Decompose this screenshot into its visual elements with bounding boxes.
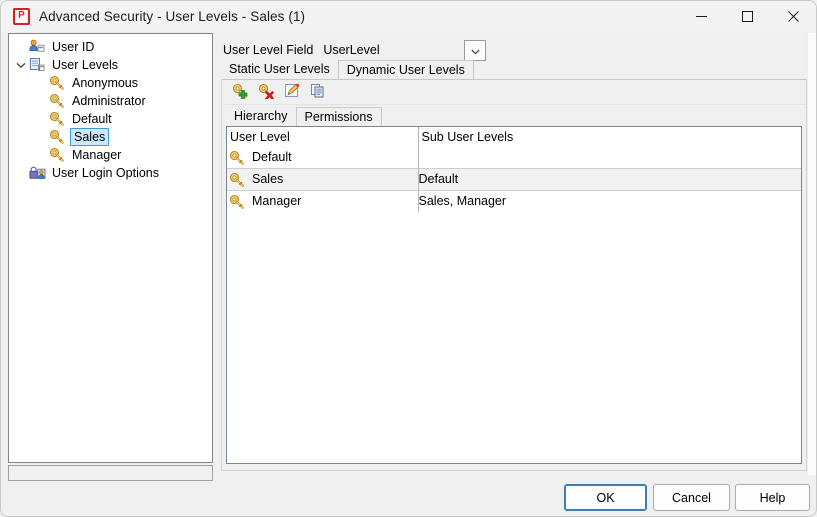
user-level-field-value: UserLevel xyxy=(323,43,379,57)
minimize-icon[interactable] xyxy=(678,1,724,32)
user-level-field-label: User Level Field xyxy=(223,43,313,57)
cell-sub-user-levels: Sales, Manager xyxy=(418,191,801,213)
tree-item-label: User Levels xyxy=(50,57,120,73)
add-user-level-button[interactable] xyxy=(229,83,251,103)
key-icon xyxy=(49,147,67,163)
window-controls xyxy=(678,1,816,32)
tree-item-anonymous[interactable]: Anonymous xyxy=(9,74,212,92)
padlock-p-icon xyxy=(13,8,30,25)
title-bar: Advanced Security - User Levels - Sales … xyxy=(1,1,816,32)
user-levels-tabs: Static User LevelsDynamic User Levels xyxy=(221,60,807,79)
table-header-row: User Level Sub User Levels xyxy=(227,127,801,147)
key-icon xyxy=(49,75,67,91)
column-header-sub-user-levels[interactable]: Sub User Levels xyxy=(418,127,801,147)
user-levels-icon xyxy=(29,57,47,73)
tree-item-label: User ID xyxy=(50,39,96,55)
delete-user-level-button[interactable] xyxy=(255,83,277,103)
tree-status-strip xyxy=(8,465,213,481)
table-row[interactable]: Sales Default xyxy=(227,169,801,191)
key-icon xyxy=(229,172,249,188)
key-icon xyxy=(49,129,67,145)
security-tree[interactable]: User ID User Levels Anonymous Administrator… xyxy=(8,33,213,463)
user-id-icon xyxy=(29,39,47,55)
cell-sub-user-levels: Default xyxy=(418,169,801,191)
close-icon[interactable] xyxy=(770,1,816,32)
window-title: Advanced Security - User Levels - Sales … xyxy=(39,9,305,24)
tree-item-sales[interactable]: Sales xyxy=(9,128,212,146)
tab-permissions[interactable]: Permissions xyxy=(296,107,382,126)
copy-icon xyxy=(310,83,327,102)
tree-item-manager[interactable]: Manager xyxy=(9,146,212,164)
tab-dynamic-user-levels[interactable]: Dynamic User Levels xyxy=(338,60,474,79)
column-header-user-level[interactable]: User Level xyxy=(227,127,418,147)
static-user-levels-panel: HierarchyPermissions User Level Sub User… xyxy=(221,79,807,471)
tab-hierarchy[interactable]: Hierarchy xyxy=(226,107,296,126)
hierarchy-grid[interactable]: User Level Sub User Levels DefaultSalesD… xyxy=(226,126,802,464)
panel-scroll-gutter[interactable] xyxy=(807,33,816,475)
key-delete-icon xyxy=(258,83,275,102)
help-button[interactable]: Help xyxy=(735,484,810,511)
cell-user-level-text: Default xyxy=(249,147,292,168)
copy-user-level-button[interactable] xyxy=(307,83,329,103)
edit-user-level-button[interactable] xyxy=(281,83,303,103)
chevron-down-icon xyxy=(471,44,480,58)
key-add-icon xyxy=(232,83,249,102)
tree-item-label: Default xyxy=(70,111,114,127)
tab-static-user-levels[interactable]: Static User Levels xyxy=(221,60,338,79)
table-row[interactable]: Default xyxy=(227,147,801,169)
key-icon xyxy=(49,111,67,127)
key-icon xyxy=(229,150,249,166)
dialog-buttons: OK Cancel Help xyxy=(1,484,816,517)
edit-pencil-icon xyxy=(284,83,301,102)
tree-item-default[interactable]: Default xyxy=(9,110,212,128)
key-icon xyxy=(229,194,249,210)
cell-sub-user-levels xyxy=(418,147,801,169)
user-levels-panel: User Level Field UserLevel Static User L… xyxy=(218,33,811,475)
tree-item-user-levels[interactable]: User Levels xyxy=(9,56,212,74)
tree-item-label: User Login Options xyxy=(50,165,161,181)
tree-item-administrator[interactable]: Administrator xyxy=(9,92,212,110)
tree-item-label: Anonymous xyxy=(70,75,140,91)
cell-user-level-text: Sales xyxy=(249,169,283,190)
user-login-options-icon xyxy=(29,165,47,181)
tree-item-user-id[interactable]: User ID xyxy=(9,38,212,56)
cancel-button[interactable]: Cancel xyxy=(653,484,730,511)
table-row[interactable]: Manager Sales, Manager xyxy=(227,191,801,213)
maximize-icon[interactable] xyxy=(724,1,770,32)
cell-user-level: Manager xyxy=(227,191,418,213)
tree-item-user-login-options[interactable]: User Login Options xyxy=(9,164,212,182)
chevron-down-icon[interactable] xyxy=(13,57,29,73)
key-icon xyxy=(49,93,67,109)
cell-user-level: Sales xyxy=(227,169,418,191)
tree-item-label: Sales xyxy=(70,128,109,146)
cell-user-level: Default xyxy=(227,147,418,169)
cell-user-level-text: Manager xyxy=(249,191,301,212)
user-levels-toolbar xyxy=(223,81,806,105)
tree-item-label: Administrator xyxy=(70,93,148,109)
tree-item-label: Manager xyxy=(70,147,123,163)
user-level-field-dropdown[interactable] xyxy=(464,40,486,61)
advanced-security-dialog: Advanced Security - User Levels - Sales … xyxy=(0,0,817,517)
ok-button[interactable]: OK xyxy=(564,484,647,511)
hierarchy-table: User Level Sub User Levels DefaultSalesD… xyxy=(227,127,801,212)
hierarchy-permissions-tabs: HierarchyPermissions xyxy=(226,107,804,126)
